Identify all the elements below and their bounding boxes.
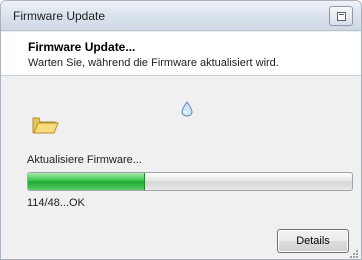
size-grip-icon[interactable]: [349, 249, 359, 259]
restore-button[interactable]: [329, 6, 353, 26]
folder-icon: [32, 117, 59, 134]
firmware-update-dialog: Firmware Update Firmware Update... Warte…: [0, 0, 362, 260]
header-subtitle: Warten Sie, während die Firmware aktuali…: [28, 57, 279, 69]
firmware-progress-bar: [27, 172, 353, 191]
drop-icon: [181, 101, 193, 117]
progress-fill: [28, 173, 145, 190]
content-area: Aktualisiere Firmware... 114/48...OK Det…: [1, 77, 361, 259]
window-title: Firmware Update: [13, 9, 106, 23]
progress-text: 114/48...OK: [27, 197, 85, 209]
header-panel: Firmware Update... Warten Sie, während d…: [1, 32, 361, 76]
title-bar[interactable]: Firmware Update: [1, 1, 361, 31]
restore-icon: [337, 12, 346, 21]
status-label: Aktualisiere Firmware...: [27, 154, 142, 166]
header-title: Firmware Update...: [28, 40, 136, 54]
details-button[interactable]: Details: [277, 229, 349, 253]
